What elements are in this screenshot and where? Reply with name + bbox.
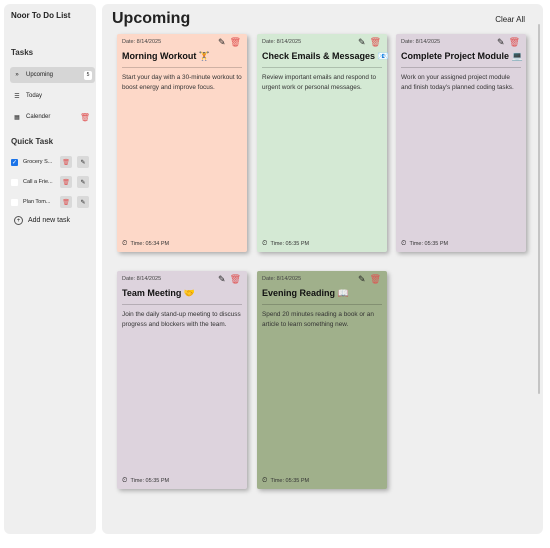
trash-icon[interactable]: 🗑 xyxy=(230,37,241,48)
edit-button[interactable]: ✎ xyxy=(77,156,89,168)
card-time-label: Time: 05:35 PM xyxy=(130,478,170,484)
card-time: ⏲ Time: 05:34 PM xyxy=(122,240,169,248)
card-actions: ✎ 🗑 xyxy=(358,37,381,48)
card-time: ⏲ Time: 05:35 PM xyxy=(401,240,448,248)
card-time: ⏲ Time: 05:35 PM xyxy=(122,477,169,485)
count-badge: 5 xyxy=(84,70,92,80)
card-date: Date: 8/14/2025 xyxy=(401,39,441,45)
tasks-heading: Tasks xyxy=(11,48,34,57)
card-title: Complete Project Module 💻 xyxy=(401,51,523,61)
card-title: Team Meeting 🤝 xyxy=(122,288,196,298)
task-card[interactable]: Date: 8/14/2025 ✎ 🗑 Morning Workout 🏋 St… xyxy=(117,34,247,252)
quick-task-label: Grocery S... xyxy=(23,159,53,165)
card-time-label: Time: 05:35 PM xyxy=(270,241,310,247)
card-time-label: Time: 05:35 PM xyxy=(270,478,310,484)
task-checkbox[interactable] xyxy=(11,178,18,186)
task-card[interactable]: Date: 8/14/2025 ✎ 🗑 Check Emails & Messa… xyxy=(257,34,389,252)
sidebar-item-calendar[interactable]: ▦ Calender 🗑 xyxy=(10,109,95,125)
task-checkbox[interactable] xyxy=(11,198,18,206)
add-new-task-button[interactable]: + Add new task xyxy=(14,216,70,225)
sidebar-item-upcoming[interactable]: » Upcoming 5 xyxy=(10,67,95,83)
task-card[interactable]: Date: 8/14/2025 ✎ 🗑 Evening Reading 📖 Sp… xyxy=(257,271,387,489)
trash-icon: 🗑 xyxy=(62,199,70,206)
edit-icon: ✎ xyxy=(80,179,86,186)
card-date: Date: 8/14/2025 xyxy=(262,39,302,45)
card-time: ⏲ Time: 05:35 PM xyxy=(262,477,309,485)
card-description: Start your day with a 30-minute workout … xyxy=(122,74,242,91)
trash-icon: 🗑 xyxy=(62,159,70,166)
card-time-label: Time: 05:35 PM xyxy=(409,241,449,247)
clock-icon: ⏲ xyxy=(122,477,128,484)
quick-task-label: Call a Frie... xyxy=(23,179,53,185)
trash-icon[interactable]: 🗑 xyxy=(509,37,520,48)
trash-icon[interactable]: 🗑 xyxy=(80,113,90,122)
edit-button[interactable]: ✎ xyxy=(77,176,89,188)
trash-icon[interactable]: 🗑 xyxy=(230,274,241,285)
card-time-label: Time: 05:34 PM xyxy=(130,241,170,247)
card-actions: ✎ 🗑 xyxy=(497,37,520,48)
clear-all-button[interactable]: Clear All xyxy=(495,15,525,24)
clock-icon: ⏲ xyxy=(401,240,407,247)
clock-icon: ⏲ xyxy=(262,477,268,484)
delete-button[interactable]: 🗑 xyxy=(60,176,72,188)
sidebar-item-label: Upcoming xyxy=(26,72,54,78)
card-description: Work on your assigned project module and… xyxy=(401,74,514,91)
card-actions: ✎ 🗑 xyxy=(358,274,381,285)
plus-icon: + xyxy=(14,216,23,225)
delete-button[interactable]: 🗑 xyxy=(60,156,72,168)
clock-icon: ⏲ xyxy=(262,240,268,247)
sidebar-item-label: Calender xyxy=(26,114,51,120)
card-description: Join the daily stand-up meeting to discu… xyxy=(122,311,241,328)
edit-icon[interactable]: ✎ xyxy=(218,274,226,285)
trash-icon: 🗑 xyxy=(62,179,70,186)
task-card[interactable]: Date: 8/14/2025 ✎ 🗑 Complete Project Mod… xyxy=(396,34,526,252)
card-title: Morning Workout 🏋 xyxy=(122,51,211,61)
add-task-label: Add new task xyxy=(28,217,71,224)
card-divider xyxy=(401,67,521,68)
task-card[interactable]: Date: 8/14/2025 ✎ 🗑 Team Meeting 🤝 Join … xyxy=(117,271,247,489)
trash-icon[interactable]: 🗑 xyxy=(370,274,381,285)
card-date: Date: 8/14/2025 xyxy=(262,276,302,282)
list-icon: ☰ xyxy=(14,93,20,100)
card-actions: ✎ 🗑 xyxy=(218,274,241,285)
app-title: Noor To Do List xyxy=(11,11,71,20)
edit-icon[interactable]: ✎ xyxy=(497,37,505,48)
edit-button[interactable]: ✎ xyxy=(77,196,89,208)
page-title: Upcoming xyxy=(112,10,191,27)
scrollbar[interactable] xyxy=(538,24,540,394)
trash-icon[interactable]: 🗑 xyxy=(370,37,381,48)
quick-task-item: Call a Frie... 🗑 ✎ xyxy=(10,175,97,189)
card-divider xyxy=(262,67,382,68)
card-description: Spend 20 minutes reading a book or an ar… xyxy=(262,311,374,328)
sidebar-item-label: Today xyxy=(26,93,43,99)
edit-icon: ✎ xyxy=(80,159,86,166)
card-divider xyxy=(122,304,242,305)
card-date: Date: 8/14/2025 xyxy=(122,276,162,282)
main-panel: Upcoming Clear All Date: 8/14/2025 ✎ 🗑 M… xyxy=(102,4,543,534)
card-divider xyxy=(122,67,242,68)
card-actions: ✎ 🗑 xyxy=(218,37,241,48)
quick-task-label: Plan Tom... xyxy=(23,199,51,205)
double-chevron-icon: » xyxy=(15,72,19,78)
edit-icon[interactable]: ✎ xyxy=(358,37,366,48)
card-description: Review important emails and respond to u… xyxy=(262,74,377,91)
calendar-icon: ▦ xyxy=(14,114,20,121)
card-divider xyxy=(262,304,382,305)
edit-icon: ✎ xyxy=(80,199,86,206)
edit-icon[interactable]: ✎ xyxy=(358,274,366,285)
card-date: Date: 8/14/2025 xyxy=(122,39,162,45)
sidebar-item-today[interactable]: ☰ Today xyxy=(10,88,95,104)
quick-task-item: Plan Tom... 🗑 ✎ xyxy=(10,195,97,209)
delete-button[interactable]: 🗑 xyxy=(60,196,72,208)
task-checkbox[interactable]: ✓ xyxy=(11,158,18,166)
card-time: ⏲ Time: 05:35 PM xyxy=(262,240,309,248)
edit-icon[interactable]: ✎ xyxy=(218,37,226,48)
card-title: Evening Reading 📖 xyxy=(262,288,349,298)
sidebar: Noor To Do List Tasks » Upcoming 5 ☰ Tod… xyxy=(4,4,96,534)
card-title: Check Emails & Messages 📧 xyxy=(262,51,389,61)
clock-icon: ⏲ xyxy=(122,240,128,247)
quick-task-heading: Quick Task xyxy=(11,137,54,146)
quick-task-item: ✓ Grocery S... 🗑 ✎ xyxy=(10,155,97,169)
